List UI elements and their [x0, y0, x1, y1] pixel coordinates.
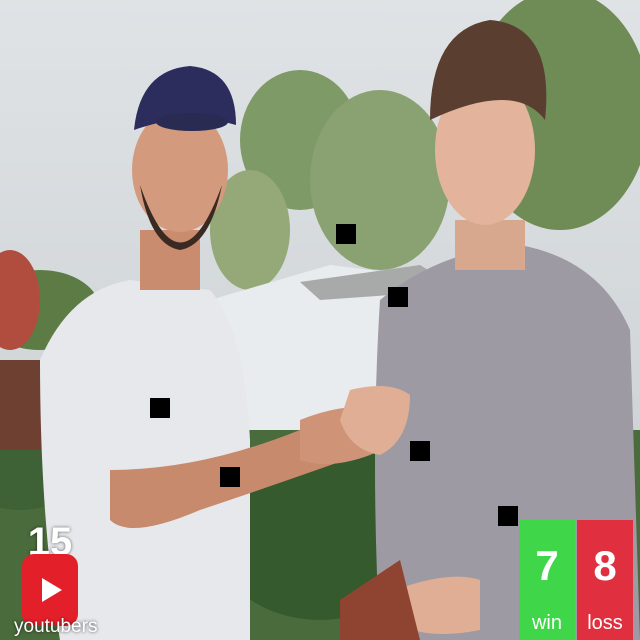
- win-label: win: [531, 612, 562, 634]
- loss-count: 8: [593, 542, 617, 589]
- win-count: 7: [535, 542, 559, 589]
- loss-label: loss: [587, 612, 623, 634]
- win-box: 7 win: [519, 520, 575, 640]
- youtuber-label: youtubers: [14, 616, 98, 637]
- loss-box: 8 loss: [577, 520, 633, 640]
- youtuber-badge: 15 youtubers: [14, 520, 97, 640]
